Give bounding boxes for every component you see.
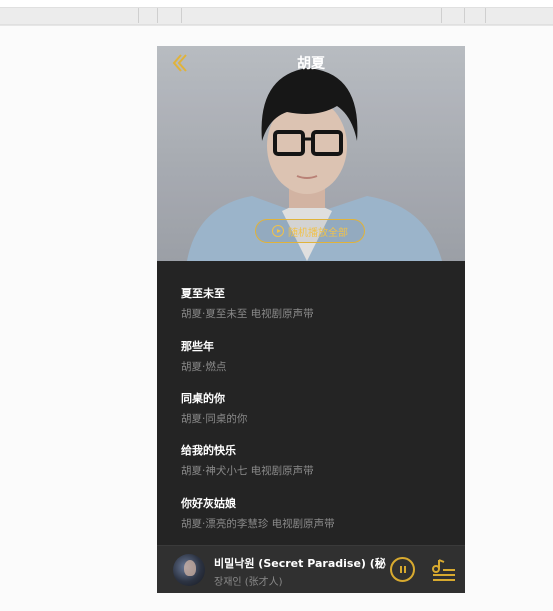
- song-title: 夏至未至: [181, 287, 225, 300]
- toolbar-divider: [138, 8, 139, 23]
- song-meta: 胡夏·夏至未至 电视剧原声带: [181, 308, 314, 320]
- toolbar-strip: [0, 7, 553, 25]
- browser-toolbar: [0, 0, 553, 26]
- song-title: 给我的快乐: [181, 444, 236, 457]
- song-meta: 胡夏·漂亮的李慧珍 电视剧原声带: [181, 518, 335, 530]
- song-item[interactable]: 你好灰姑娘 胡夏·漂亮的李慧珍 电视剧原声带: [181, 497, 451, 531]
- page-title: 胡夏: [297, 56, 325, 72]
- song-meta: 胡夏·燃点: [181, 361, 227, 373]
- song-title: 你好灰姑娘: [181, 497, 236, 510]
- song-item[interactable]: 夏至未至 胡夏·夏至未至 电视剧原声带: [181, 287, 451, 321]
- mini-player: 비밀낙원 (Secret Paradise) (秘... 장재인 (张才人): [157, 545, 465, 593]
- song-meta: 胡夏·同桌的你: [181, 413, 248, 425]
- song-item[interactable]: 那些年 胡夏·燃点: [181, 340, 451, 374]
- playlist-icon: [432, 559, 455, 581]
- pause-icon[interactable]: [390, 557, 415, 582]
- artist-hero: 胡夏 随机播放全部: [157, 46, 465, 261]
- playlist-button[interactable]: [431, 558, 457, 582]
- play-circle-icon: [272, 225, 284, 237]
- toolbar-divider: [464, 8, 465, 23]
- song-title: 那些年: [181, 340, 214, 353]
- shuffle-play-all-button[interactable]: 随机播放全部: [255, 219, 365, 243]
- toolbar-divider: [441, 8, 442, 23]
- song-item[interactable]: 给我的快乐 胡夏·神犬小七 电视剧原声带: [181, 444, 451, 478]
- music-app: 胡夏 随机播放全部 夏至未至 胡夏·夏至未至 电视剧原声带 那些年 胡夏·燃点 …: [157, 46, 465, 593]
- now-playing-artist: 장재인 (张才人): [214, 577, 283, 588]
- toolbar-divider: [181, 8, 182, 23]
- play-all-label: 随机播放全部: [288, 227, 348, 239]
- now-playing-title: 비밀낙원 (Secret Paradise) (秘...: [214, 557, 386, 570]
- album-cover[interactable]: [173, 554, 205, 586]
- song-item[interactable]: 同桌的你 胡夏·同桌的你: [181, 392, 451, 426]
- toolbar-divider: [485, 8, 486, 23]
- song-meta: 胡夏·神犬小七 电视剧原声带: [181, 465, 314, 477]
- toolbar-divider: [157, 8, 158, 23]
- song-title: 同桌的你: [181, 392, 225, 405]
